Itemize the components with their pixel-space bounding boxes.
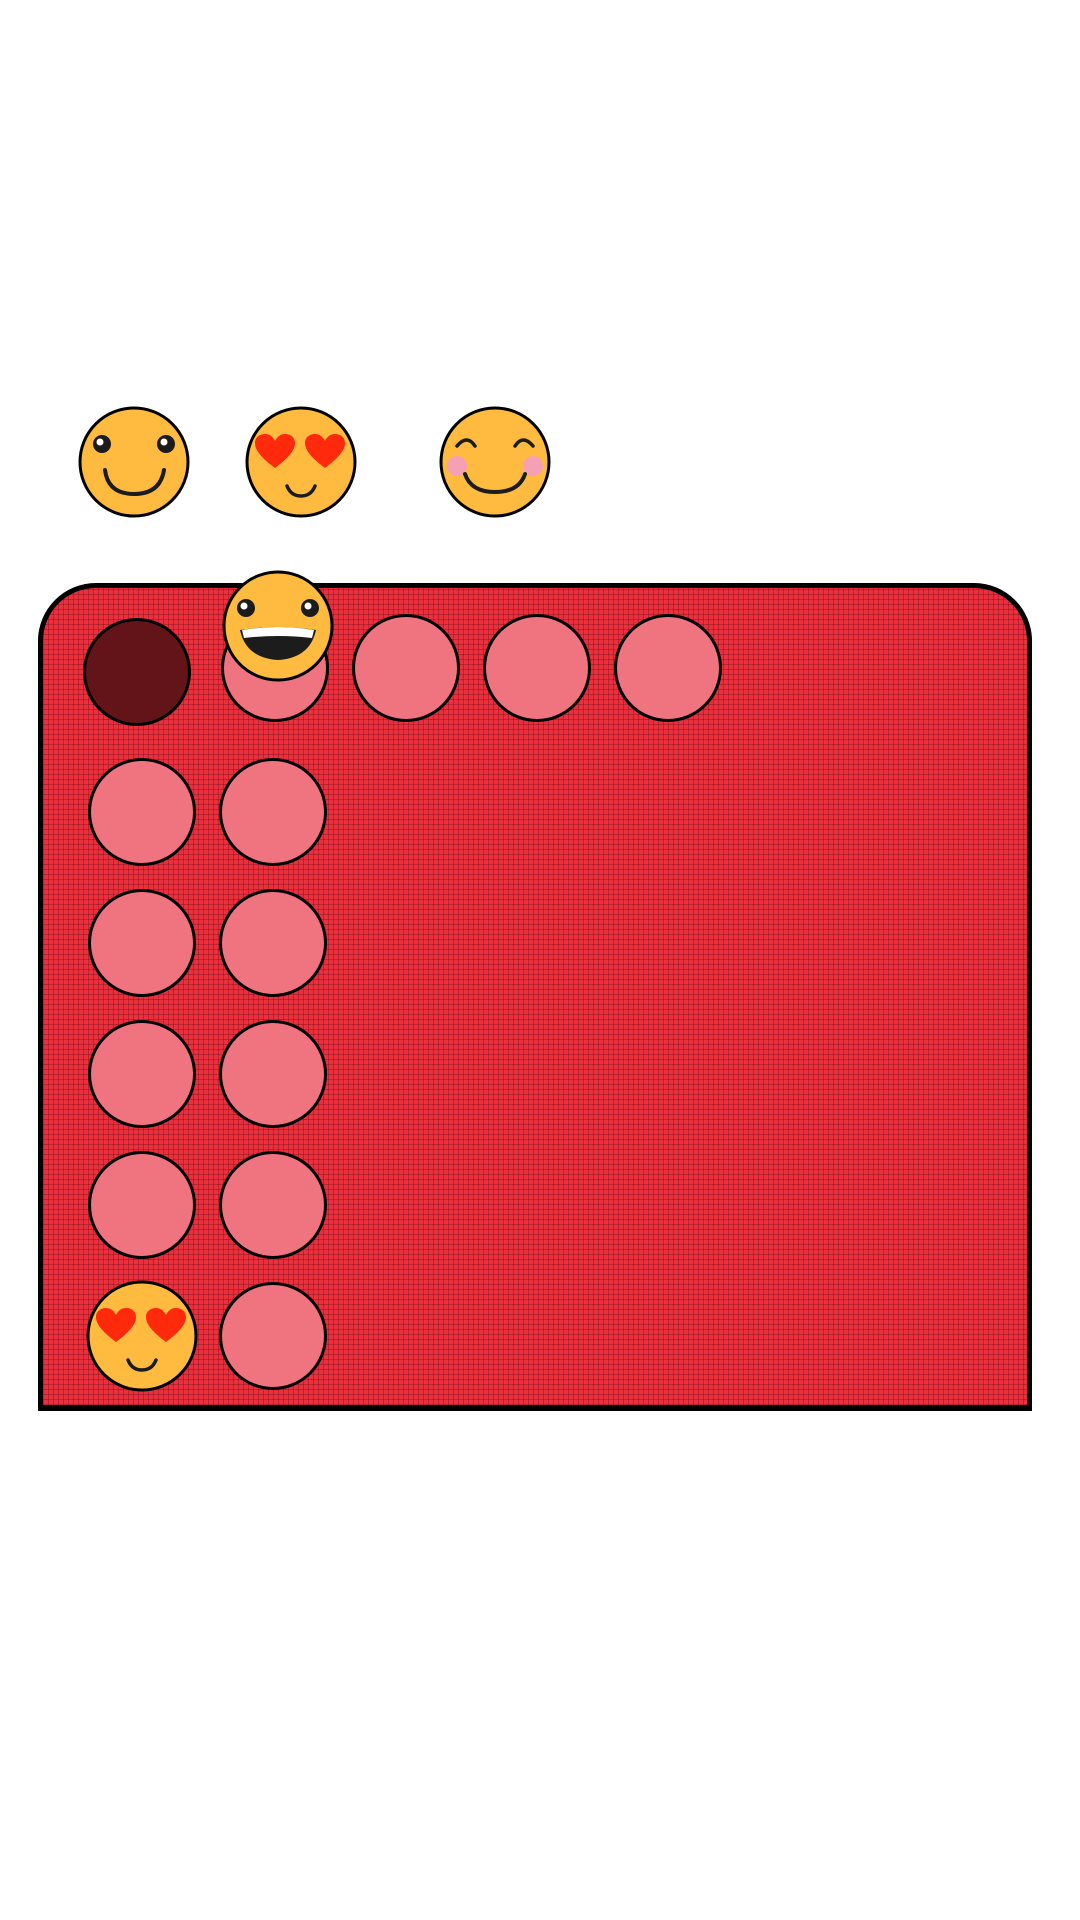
- heart-eyes-icon: [245, 406, 357, 518]
- board-slot-r5-c1[interactable]: [88, 1151, 196, 1259]
- grinning-icon: [222, 570, 334, 682]
- board-slot-r2-c1[interactable]: [88, 758, 196, 866]
- board-slot-r4-c2[interactable]: [219, 1020, 327, 1128]
- board-slot-r2-c2[interactable]: [219, 758, 327, 866]
- board-slot-r5-c2[interactable]: [219, 1151, 327, 1259]
- board-slot-r3-c2[interactable]: [219, 889, 327, 997]
- queue-piece-smile[interactable]: [78, 406, 190, 518]
- queue-piece-heart-eyes[interactable]: [245, 406, 357, 518]
- board-slot-r6-c1[interactable]: [86, 1280, 198, 1392]
- board-slot-r1-c5[interactable]: [614, 614, 722, 722]
- board-slot-r4-c1[interactable]: [88, 1020, 196, 1128]
- board-slot-r1-c4[interactable]: [483, 614, 591, 722]
- board-slot-r1-c1[interactable]: [83, 618, 191, 726]
- board-slot-r1-c3[interactable]: [352, 614, 460, 722]
- board-slot-r3-c1[interactable]: [88, 889, 196, 997]
- blushing-smile-icon: [439, 406, 551, 518]
- heart-eyes-icon: [86, 1280, 198, 1392]
- board-slot-r6-c2[interactable]: [219, 1282, 327, 1390]
- held-piece-grinning[interactable]: [222, 570, 334, 682]
- smile-icon: [78, 406, 190, 518]
- game-board: [38, 583, 1032, 1411]
- queue-piece-blushing-smile[interactable]: [439, 406, 551, 518]
